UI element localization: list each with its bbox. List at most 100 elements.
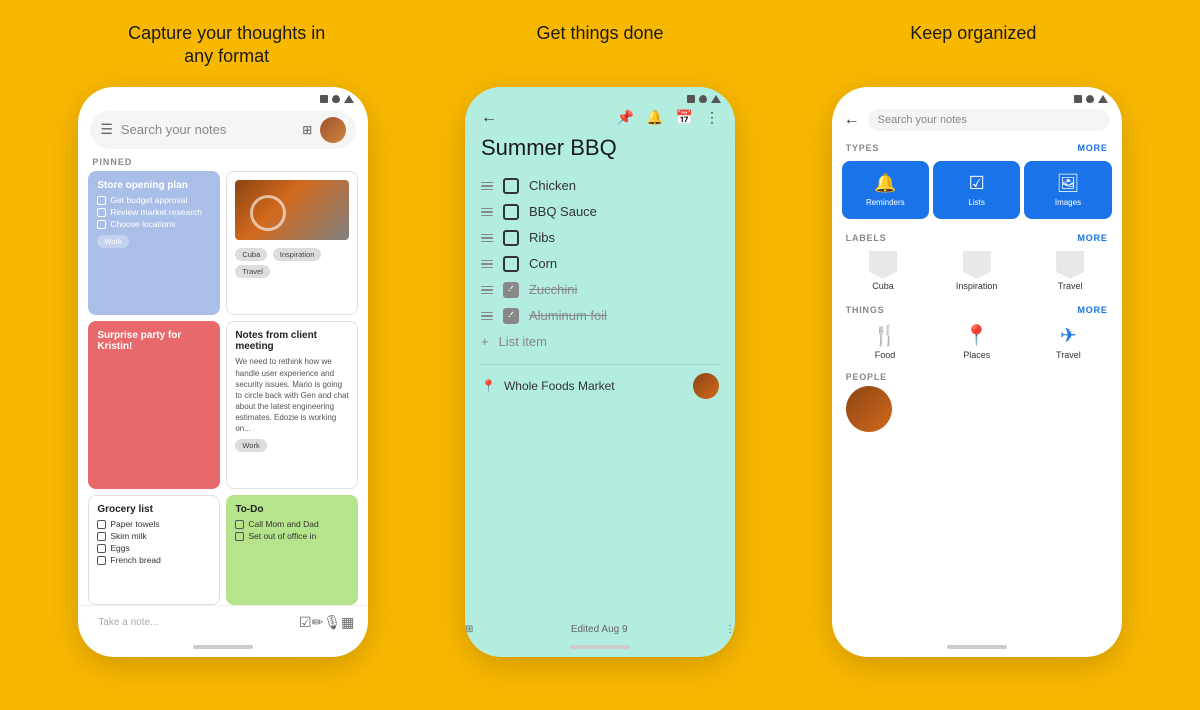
label-shape-cuba	[869, 251, 897, 279]
note-car-photo[interactable]: Cuba Inspiration Travel	[226, 171, 358, 316]
add-list-icon[interactable]: ⊞	[465, 624, 473, 635]
bbq-item-text-6: Aluminum foil	[529, 308, 607, 323]
bbq-checkbox-4[interactable]	[503, 256, 519, 272]
back-arrow-icon[interactable]: ←	[481, 109, 497, 127]
take-note-text: Take a note...	[92, 617, 299, 628]
label-cuba-text: Cuba	[869, 281, 897, 291]
mic-icon[interactable]: 🎙	[323, 614, 341, 631]
bbq-top-bar: ← 📌 🔔 📅 ⋮	[481, 105, 719, 135]
archive-icon[interactable]: 📅	[676, 109, 693, 126]
phone-3: ← Search your notes TYPES MORE 🔔 Reminde…	[832, 87, 1122, 657]
org-search-bar[interactable]: Search your notes	[868, 109, 1110, 131]
status-icon-1	[320, 95, 328, 103]
signal-icon-2	[711, 95, 721, 103]
bell-icon[interactable]: 🔔	[646, 109, 663, 126]
signal-icon-1	[344, 95, 354, 103]
label-cuba[interactable]: Cuba	[869, 251, 897, 291]
bbq-checkbox-2[interactable]	[503, 204, 519, 220]
search-placeholder-1: Search your notes	[121, 122, 294, 137]
home-indicator-3	[947, 645, 1007, 649]
thing-travel-text: Travel	[1056, 350, 1081, 360]
types-row: 🔔 Reminders ☑ Lists 🖼 Images	[832, 157, 1122, 227]
note-surprise-party[interactable]: Surprise party for Kristin!	[88, 321, 220, 489]
types-more-btn[interactable]: MORE	[1077, 143, 1107, 153]
people-section-label: PEOPLE	[832, 368, 1122, 386]
bbq-footer: ⊞ Edited Aug 9 ⋮	[465, 616, 735, 639]
grocery-item-3: Eggs	[97, 543, 211, 553]
wifi-icon-3	[1086, 95, 1094, 103]
tag-cuba: Cuba	[235, 248, 267, 261]
checkbox-type-icon: ☑	[939, 173, 1014, 194]
labels-more-btn[interactable]: MORE	[1077, 233, 1107, 243]
bbq-checkbox-5[interactable]	[503, 282, 519, 298]
thing-places[interactable]: 📍 Places	[963, 323, 990, 360]
heading-left: Capture your thoughts inany format	[40, 22, 413, 69]
notes-grid: Store opening plan Get budget approval R…	[78, 171, 368, 605]
note-grocery[interactable]: Grocery list Paper towels Skim milk Eggs…	[88, 495, 220, 605]
things-more-btn[interactable]: MORE	[1077, 305, 1107, 315]
places-icon: 📍	[963, 323, 990, 348]
note-item-1: Get budget approval	[97, 195, 211, 205]
tag-travel: Travel	[235, 265, 270, 278]
bbq-checkbox-1[interactable]	[503, 178, 519, 194]
note-title-grocery: Grocery list	[97, 504, 211, 515]
todo-item-2: Set out of office in	[235, 531, 349, 541]
thing-places-text: Places	[963, 350, 990, 360]
more-footer-icon[interactable]: ⋮	[725, 624, 735, 635]
pencil-icon[interactable]: ✏	[312, 614, 324, 631]
bbq-add-item[interactable]: + List item	[481, 329, 719, 354]
type-reminders-btn[interactable]: 🔔 Reminders	[842, 161, 929, 219]
grocery-item-4: French bread	[97, 555, 211, 565]
bbq-item-chicken: Chicken	[481, 173, 719, 199]
todo-item-1: Call Mom and Dad	[235, 519, 349, 529]
phones-row: ☰ Search your notes ⊞ PINNED Store openi…	[0, 69, 1200, 710]
avatar-1	[320, 117, 346, 143]
type-images-label: Images	[1030, 198, 1105, 207]
back-arrow-icon-3[interactable]: ←	[844, 111, 860, 129]
bbq-checkbox-3[interactable]	[503, 230, 519, 246]
drag-handle-6	[481, 312, 493, 321]
more-icon[interactable]: ⋮	[705, 109, 719, 126]
label-travel-text: Travel	[1056, 281, 1084, 291]
note-item-3: Choose locations	[97, 219, 211, 229]
location-pin-icon: 📍	[481, 379, 496, 393]
type-lists-btn[interactable]: ☑ Lists	[933, 161, 1020, 219]
check-icon[interactable]: ☑	[299, 614, 312, 631]
search-bar-1[interactable]: ☰ Search your notes ⊞	[90, 111, 356, 149]
bbq-avatar	[693, 373, 719, 399]
type-images-btn[interactable]: 🖼 Images	[1024, 161, 1111, 219]
note-title-meeting: Notes from client meeting	[235, 330, 349, 352]
org-top-bar: ← Search your notes	[832, 105, 1122, 137]
bbq-item-corn: Corn	[481, 251, 719, 277]
thing-travel[interactable]: ✈ Travel	[1056, 323, 1081, 360]
labels-row: Cuba Inspiration Travel	[832, 247, 1122, 299]
people-avatar	[846, 386, 892, 432]
home-indicator-2	[570, 645, 630, 649]
status-bar-1	[78, 87, 368, 105]
image-icon[interactable]: ▦	[341, 614, 354, 631]
note-todo[interactable]: To-Do Call Mom and Dad Set out of office…	[226, 495, 358, 605]
label-shape-travel	[1056, 251, 1084, 279]
bbq-checkbox-6[interactable]	[503, 308, 519, 324]
bbq-title: Summer BBQ	[481, 135, 719, 161]
type-reminders-label: Reminders	[848, 198, 923, 207]
types-section-label: TYPES MORE	[832, 137, 1122, 157]
bbq-content: ← 📌 🔔 📅 ⋮ Summer BBQ Chicken BBQ Sauce	[465, 105, 735, 616]
bbq-item-zucchini: Zucchini	[481, 277, 719, 303]
signal-icon-3	[1098, 95, 1108, 103]
edited-label: Edited Aug 9	[571, 624, 628, 635]
pin-icon[interactable]: 📌	[617, 109, 634, 126]
label-travel[interactable]: Travel	[1056, 251, 1084, 291]
bbq-item-aluminum: Aluminum foil	[481, 303, 719, 329]
note-client-meeting[interactable]: Notes from client meeting We need to ret…	[226, 321, 358, 489]
note-store-opening[interactable]: Store opening plan Get budget approval R…	[88, 171, 220, 316]
note-item-2: Review market research	[97, 207, 211, 217]
bbq-item-bbqsauce: BBQ Sauce	[481, 199, 719, 225]
label-inspiration[interactable]: Inspiration	[956, 251, 998, 291]
wifi-icon-2	[699, 95, 707, 103]
headings-row: Capture your thoughts inany format Get t…	[0, 0, 1200, 69]
thing-food[interactable]: 🍴 Food	[873, 323, 898, 360]
org-content: TYPES MORE 🔔 Reminders ☑ Lists 🖼 Images	[832, 137, 1122, 639]
drag-handle-4	[481, 260, 493, 269]
thing-food-text: Food	[873, 350, 898, 360]
